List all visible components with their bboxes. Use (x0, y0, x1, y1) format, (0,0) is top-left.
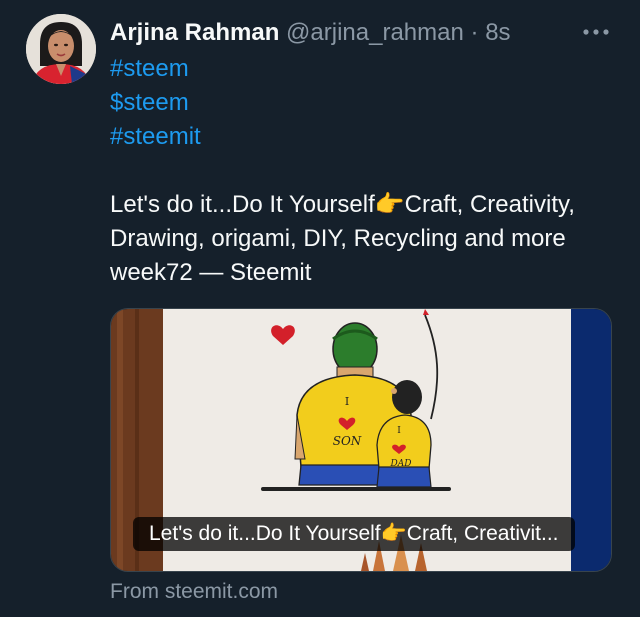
hashtag-link[interactable]: #steem (110, 52, 620, 86)
avatar-image (26, 14, 96, 84)
tweet-text: #steem $steem #steemit Let's do it...Do … (110, 52, 620, 290)
avatar[interactable] (26, 14, 96, 84)
line-break (110, 154, 620, 188)
dad-shirt-i: I (345, 395, 349, 408)
hashtag-link[interactable]: #steemit (110, 120, 620, 154)
tweet[interactable]: Arjina Rahman @arjina_rahman · 8s #steem… (0, 0, 640, 617)
link-preview-card[interactable]: I SON I DAD Let's do it...Do It Yourself… (110, 308, 612, 572)
author-name[interactable]: Arjina Rahman (110, 19, 279, 46)
son-shirt-word: DAD (390, 459, 412, 469)
card-source-link[interactable]: From steemit.com (110, 578, 278, 606)
author-handle[interactable]: @arjina_rahman (286, 19, 464, 46)
more-options-button[interactable] (580, 20, 612, 44)
card-title[interactable]: Let's do it...Do It Yourself👉Craft, Crea… (133, 517, 575, 551)
tweet-body-line: Let's do it...Do It Yourself👉Craft, Crea… (110, 191, 575, 218)
cashtag-link[interactable]: $steem (110, 86, 620, 120)
more-horizontal-icon (583, 29, 609, 35)
tweet-timestamp[interactable]: 8s (485, 19, 510, 46)
dad-shirt-word: SON (333, 434, 362, 448)
tweet-body-line: Drawing, origami, DIY, Recycling and mor… (110, 225, 566, 252)
tweet-header: Arjina Rahman @arjina_rahman · 8s (110, 16, 640, 50)
son-shirt-i: I (397, 426, 401, 436)
header-separator: · (470, 19, 479, 46)
tweet-body-line: week72 — Steemit (110, 259, 312, 286)
